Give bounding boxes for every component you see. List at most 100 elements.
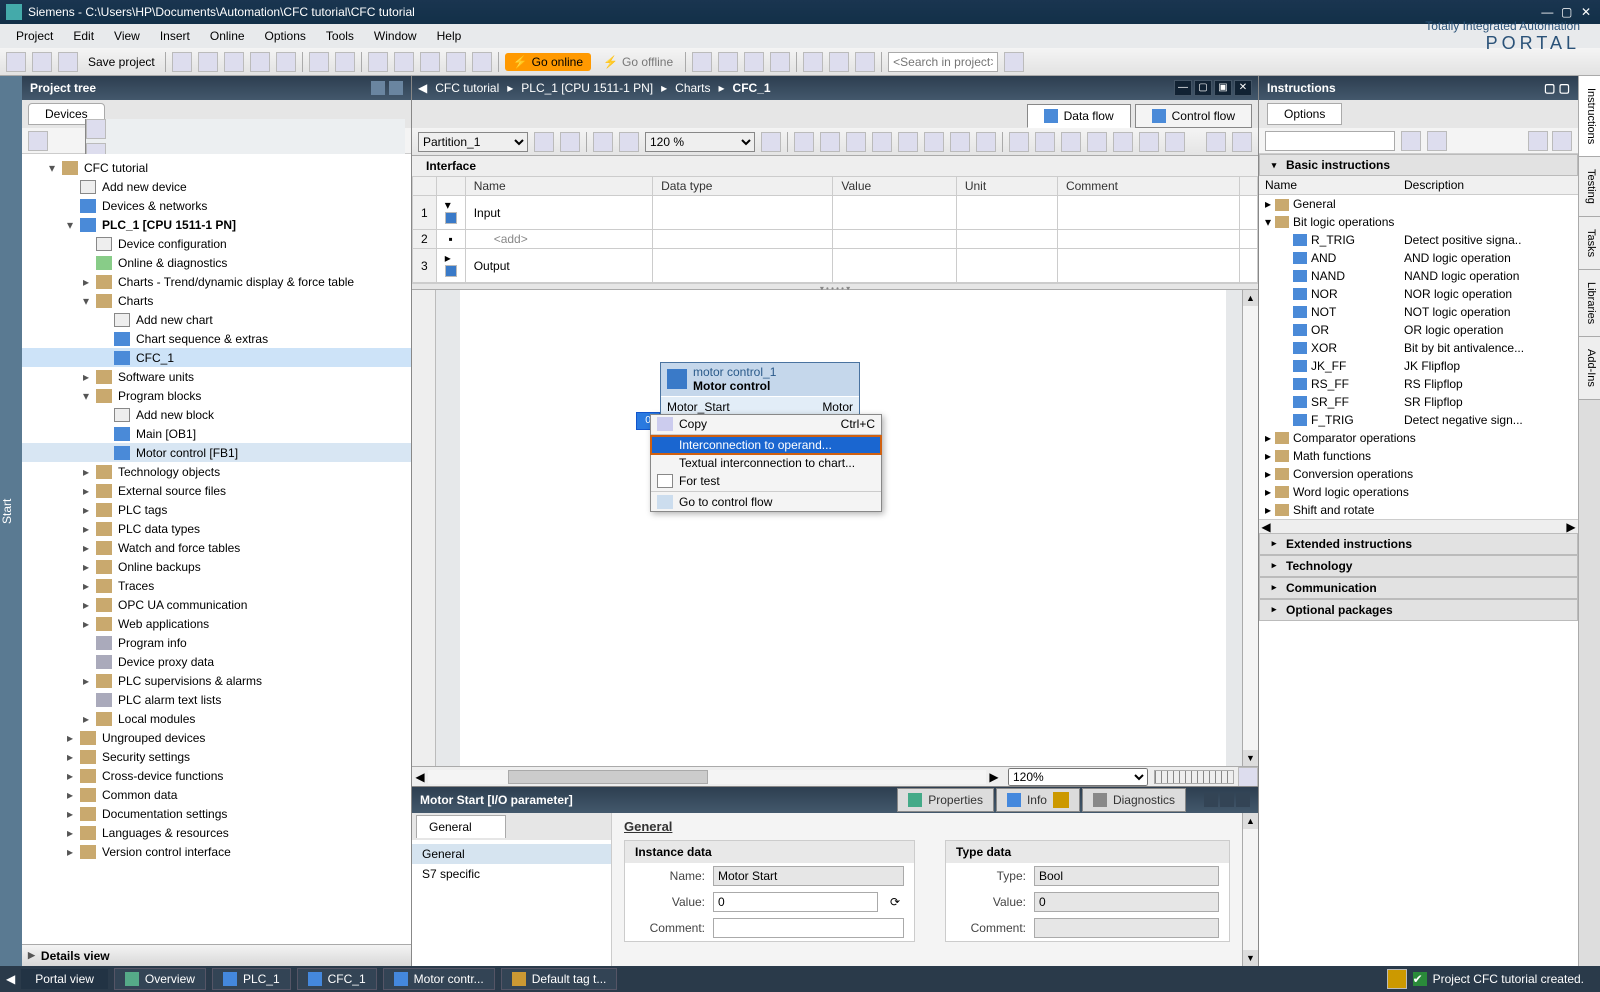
options-tab[interactable]: Options — [1267, 103, 1342, 125]
instr-tools-icon[interactable]: ▢ ▢ — [1544, 81, 1570, 95]
instruction-item[interactable]: SR_FFSR Flipflop — [1259, 393, 1578, 411]
open-project-icon[interactable] — [32, 52, 52, 72]
instance-value-field[interactable] — [713, 892, 878, 912]
tree-node[interactable]: Main [OB1] — [22, 424, 411, 443]
tree-node[interactable]: Program info — [22, 633, 411, 652]
instance-name-field[interactable] — [713, 866, 904, 886]
tree-node[interactable]: CFC_1 — [22, 348, 411, 367]
instruction-item[interactable]: NOTNOT logic operation — [1259, 303, 1578, 321]
function-block[interactable]: motor control_1 Motor control Motor_Star… — [660, 362, 860, 419]
go-offline-button[interactable]: ⚡Go offline — [597, 53, 679, 71]
bc-prev-icon[interactable]: ◀ — [418, 81, 427, 95]
ct-grid-icon[interactable] — [898, 132, 918, 152]
compile-icon[interactable] — [420, 52, 440, 72]
ct-right1-icon[interactable] — [1206, 132, 1226, 152]
refresh-icon[interactable]: ⟳ — [886, 895, 904, 909]
taskbar-cfc1[interactable]: CFC_1 — [297, 968, 377, 990]
close-all-icon[interactable] — [770, 52, 790, 72]
minimize-button[interactable]: — — [1539, 5, 1555, 19]
tree-node[interactable]: ▸Software units — [22, 367, 411, 386]
zoom-out-icon[interactable] — [619, 132, 639, 152]
cfc-canvas[interactable]: motor control_1 Motor control Motor_Star… — [460, 290, 1226, 766]
hscroll-track[interactable] — [428, 770, 986, 784]
info-tab[interactable]: Info — [996, 788, 1080, 812]
tree-node[interactable]: Chart sequence & extras — [22, 329, 411, 348]
instruction-item[interactable]: R_TRIGDetect positive signa.. — [1259, 231, 1578, 249]
search-button-icon[interactable] — [1004, 52, 1024, 72]
tree-node[interactable]: ▸PLC supervisions & alarms — [22, 671, 411, 690]
expand-icon[interactable]: ▸ — [80, 560, 92, 574]
zoom-in-icon[interactable] — [593, 132, 613, 152]
bc-seg-2[interactable]: Charts — [675, 81, 710, 95]
expand-icon[interactable]: ▸ — [80, 465, 92, 479]
instruction-item[interactable]: ANDAND logic operation — [1259, 249, 1578, 267]
instruction-item[interactable]: OROR logic operation — [1259, 321, 1578, 339]
tool-c-icon[interactable] — [744, 52, 764, 72]
basic-instructions-header[interactable]: Basic instructions — [1259, 154, 1578, 176]
menu-project[interactable]: Project — [6, 29, 63, 43]
vertical-scrollbar[interactable]: ▲▼ — [1242, 290, 1258, 766]
layout-1-icon[interactable] — [803, 52, 823, 72]
del-partition-icon[interactable] — [560, 132, 580, 152]
go-online-button[interactable]: ⚡Go online — [505, 53, 591, 71]
ct-l-icon[interactable] — [1113, 132, 1133, 152]
ct-right2-icon[interactable] — [1232, 132, 1252, 152]
upload-icon[interactable] — [394, 52, 414, 72]
taskbar-motor[interactable]: Motor contr... — [383, 968, 495, 990]
tree-node[interactable]: PLC alarm text lists — [22, 690, 411, 709]
ctx-copy[interactable]: CopyCtrl+C — [651, 415, 881, 433]
rail-instructions[interactable]: Instructions — [1579, 76, 1600, 157]
pt-tool-icon[interactable] — [28, 131, 48, 151]
ctx-interconnection-chart[interactable]: Textual interconnection to chart... — [651, 454, 881, 472]
add-partition-icon[interactable] — [534, 132, 554, 152]
ctx-go-control-flow[interactable]: Go to control flow — [651, 493, 881, 511]
tree-node[interactable]: Device proxy data — [22, 652, 411, 671]
insp-w3-icon[interactable] — [1236, 793, 1250, 807]
expand-icon[interactable]: ▸ — [64, 788, 76, 802]
tree-node[interactable]: ▾CFC tutorial — [22, 158, 411, 177]
taskbar-tagtable[interactable]: Default tag t... — [501, 968, 618, 990]
extended-instructions-header[interactable]: Extended instructions — [1259, 533, 1578, 555]
instr-category[interactable]: ▾Bit logic operations — [1259, 213, 1578, 231]
tree-node[interactable]: Motor control [FB1] — [22, 443, 411, 462]
bc-seg-3[interactable]: CFC_1 — [733, 81, 771, 95]
paste-icon[interactable] — [250, 52, 270, 72]
ct-e-icon[interactable] — [924, 132, 944, 152]
general-tab[interactable]: General — [416, 815, 506, 838]
tree-node[interactable]: ▸Technology objects — [22, 462, 411, 481]
instruction-item[interactable]: JK_FFJK Flipflop — [1259, 357, 1578, 375]
menu-edit[interactable]: Edit — [63, 29, 104, 43]
ct-b-icon[interactable] — [820, 132, 840, 152]
ct-d-icon[interactable] — [872, 132, 892, 152]
communication-header[interactable]: Communication — [1259, 577, 1578, 599]
diagnostics-tab[interactable]: Diagnostics — [1082, 788, 1186, 812]
menu-options[interactable]: Options — [255, 29, 316, 43]
ct-i-icon[interactable] — [1035, 132, 1055, 152]
instr-category[interactable]: ▸Comparator operations — [1259, 429, 1578, 447]
instr-category[interactable]: ▸Math functions — [1259, 447, 1578, 465]
expand-icon[interactable]: ▸ — [80, 674, 92, 688]
tree-node[interactable]: ▸Languages & resources — [22, 823, 411, 842]
menu-tools[interactable]: Tools — [316, 29, 364, 43]
rail-tasks[interactable]: Tasks — [1579, 217, 1600, 270]
tree-node[interactable]: ▸PLC tags — [22, 500, 411, 519]
tree-node[interactable]: Device configuration — [22, 234, 411, 253]
tool-b-icon[interactable] — [718, 52, 738, 72]
tree-node[interactable]: ▸PLC data types — [22, 519, 411, 538]
insp-w1-icon[interactable] — [1204, 793, 1218, 807]
close-button[interactable]: ✕ — [1578, 5, 1594, 19]
ct-a-icon[interactable] — [794, 132, 814, 152]
inspector-scrollbar[interactable]: ▲▼ — [1242, 813, 1258, 966]
taskbar-overview[interactable]: Overview — [114, 968, 206, 990]
menu-view[interactable]: View — [104, 29, 150, 43]
portal-view-button[interactable]: Portal view — [21, 969, 108, 989]
interface-row[interactable]: 2▪<add> — [413, 230, 1258, 249]
instr-hscroll[interactable]: ◀▶ — [1259, 519, 1578, 533]
cut-icon[interactable] — [198, 52, 218, 72]
expand-icon[interactable]: ▸ — [80, 541, 92, 555]
tree-node[interactable]: ▸Traces — [22, 576, 411, 595]
tree-node[interactable]: Add new device — [22, 177, 411, 196]
instruction-item[interactable]: NORNOR logic operation — [1259, 285, 1578, 303]
expand-icon[interactable]: ▸ — [80, 579, 92, 593]
technology-header[interactable]: Technology — [1259, 555, 1578, 577]
